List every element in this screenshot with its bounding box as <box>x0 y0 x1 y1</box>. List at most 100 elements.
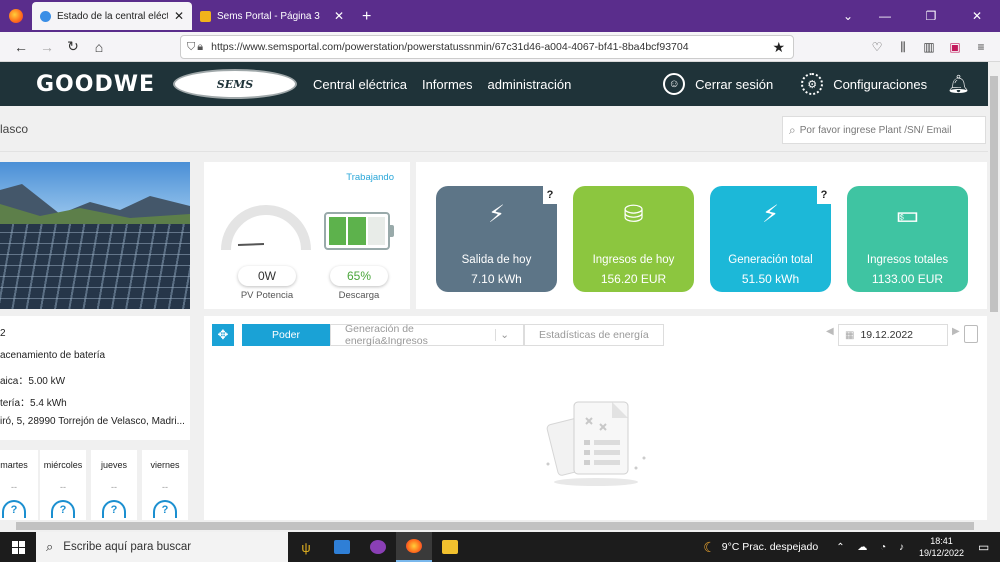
browser-tab-active[interactable]: Estado de la central eléctrica - SEMS Po… <box>32 2 192 30</box>
weather-day-name: martes <box>0 460 28 470</box>
menorah-icon[interactable]: ψ <box>288 532 324 562</box>
lock-icon[interactable]: 🔒︎ <box>197 41 203 54</box>
weather-unknown-icon: ? <box>102 500 126 518</box>
windows-taskbar: ⌕ Escribe aquí para buscar ψ ☾ 9°C Prac.… <box>0 532 1000 562</box>
home-icon[interactable]: ⌂ <box>86 34 112 60</box>
kpi-label: Generación total <box>728 254 813 266</box>
shield-icon[interactable]: ⛉ <box>187 41 195 54</box>
library-icon[interactable]: ⫼ <box>890 35 916 59</box>
bolt-icon: ⚡︎ <box>762 201 779 228</box>
horizontal-scrollbar[interactable] <box>0 520 1000 532</box>
game-app-icon[interactable] <box>360 532 396 562</box>
new-tab-icon[interactable]: + <box>362 8 371 26</box>
next-date-icon[interactable]: ▶ <box>952 326 960 337</box>
move-icon[interactable]: ✥ <box>212 324 234 346</box>
tab-list-chevron-icon[interactable]: ⌄ <box>836 0 860 32</box>
export-icon[interactable] <box>964 325 978 343</box>
plant-info-card: 2 acenamiento de batería aica：5.00 kW te… <box>0 316 190 440</box>
settings-label: Configuraciones <box>833 76 928 92</box>
weather-value: -- <box>111 482 117 492</box>
money-icon: 💵︎ <box>896 201 919 228</box>
back-icon[interactable]: ← <box>8 34 34 60</box>
extension-icon[interactable]: ▣ <box>942 35 968 59</box>
kpi-today-income[interactable]: ⛁ Ingresos de hoy 156.20 EUR <box>573 186 694 292</box>
weather-unknown-icon: ? <box>2 500 26 518</box>
notification-icon[interactable]: ▭ <box>978 540 1000 554</box>
vertical-scrollbar[interactable] <box>988 62 1000 520</box>
url-text[interactable]: https://www.semsportal.com/powerstation/… <box>211 41 772 53</box>
chevron-down-icon[interactable]: ⌄ <box>495 329 509 341</box>
mountain-illustration <box>0 184 190 224</box>
logout-label: Cerrar sesión <box>695 76 774 92</box>
tab-generation-income[interactable]: Generación de energía&Ingresos ⌄ <box>330 323 524 347</box>
kpi-total-income[interactable]: 💵︎ Ingresos totales 1133.00 EUR <box>847 186 968 292</box>
battery-icon <box>324 212 394 250</box>
tray-icons[interactable]: ⌃ ☁ ◔ ♪ <box>836 542 909 553</box>
sidebar-icon[interactable]: ▥ <box>916 35 942 59</box>
settings-button[interactable]: ⚙ Configuraciones <box>801 73 927 95</box>
close-window-icon[interactable]: ✕ <box>954 0 1000 32</box>
help-icon[interactable]: ? <box>543 186 557 204</box>
tab-title: Sems Portal - Página 3 <box>217 10 320 22</box>
kpi-today-output[interactable]: ? ⚡︎ Salida de hoy 7.10 kWh <box>436 186 557 292</box>
close-tab-icon[interactable]: ✕ <box>174 9 184 23</box>
nav-reports[interactable]: Informes <box>422 77 473 92</box>
kpi-total-generation[interactable]: ? ⚡︎ Generación total 51.50 kWh <box>710 186 831 292</box>
firefox-taskbar-icon[interactable] <box>396 532 432 562</box>
prev-date-icon[interactable]: ◀ <box>826 326 834 337</box>
plant-name: lasco <box>0 122 29 136</box>
info-value: 5.00 kW <box>28 376 66 387</box>
info-line: 2 <box>0 328 6 339</box>
restore-icon[interactable]: ❐ <box>908 0 954 32</box>
weather-day: miércoles -- ? <box>40 450 86 520</box>
browser-tab-strip: Estado de la central eléctrica - SEMS Po… <box>0 0 1000 32</box>
date-picker[interactable]: ▦ 19.12.2022 <box>838 324 948 346</box>
weather-day: jueves -- ? <box>91 450 137 520</box>
kpi-label: Salida de hoy <box>461 254 532 266</box>
file-explorer-icon[interactable] <box>432 532 468 562</box>
minimize-icon[interactable]: — <box>862 0 908 32</box>
weather-value: -- <box>60 482 66 492</box>
plant-search: ⌕ <box>782 116 986 144</box>
windows-start-icon[interactable] <box>0 532 36 562</box>
tab-power[interactable]: Poder <box>242 324 330 346</box>
tab-title: Estado de la central eléctrica - SEMS Po… <box>57 10 168 22</box>
logout-button[interactable]: ☺ Cerrar sesión <box>663 73 773 95</box>
browser-tab[interactable]: Sems Portal - Página 3 ✕ <box>192 2 352 30</box>
menu-icon[interactable]: ≡ <box>968 35 994 59</box>
scroll-thumb[interactable] <box>16 522 974 530</box>
pv-power-gauge <box>221 205 311 251</box>
status-working: Trabajando <box>346 172 394 183</box>
nav-administration[interactable]: administración <box>488 77 572 92</box>
firefox-icon[interactable] <box>0 0 32 32</box>
url-bar[interactable]: ⛉ 🔒︎ https://www.semsportal.com/powersta… <box>180 35 794 59</box>
taskbar-clock[interactable]: 18:41 19/12/2022 <box>919 535 964 559</box>
pocket-icon[interactable]: ♡ <box>864 35 890 59</box>
goodwe-logo[interactable]: GOODWE <box>36 72 155 97</box>
user-icon: ☺ <box>663 73 686 95</box>
taskbar-weather[interactable]: 9°C Prac. despejado <box>722 541 818 553</box>
kpi-label: Ingresos de hoy <box>592 254 675 266</box>
mail-app-icon[interactable] <box>324 532 360 562</box>
scroll-thumb[interactable] <box>990 76 998 312</box>
pv-power-label: PV Potencia <box>240 290 294 301</box>
kpi-value: 51.50 kWh <box>741 272 800 286</box>
taskbar-search[interactable]: ⌕ Escribe aquí para buscar <box>36 532 288 562</box>
browser-navbar: ← → ↻ ⌂ ⛉ 🔒︎ https://www.semsportal.com/… <box>0 32 1000 62</box>
info-capacity: aica：5.00 kW <box>0 372 65 387</box>
weather-value: -- <box>11 482 17 492</box>
sems-logo[interactable]: SEMS <box>173 69 298 99</box>
reload-icon[interactable]: ↻ <box>60 34 86 60</box>
info-battery: tería：5.4 kWh <box>0 394 67 409</box>
search-input[interactable] <box>799 124 970 136</box>
forward-icon[interactable]: → <box>34 34 60 60</box>
bookmark-star-icon[interactable]: ★ <box>772 39 785 56</box>
tab-energy-statistics[interactable]: Estadísticas de energía <box>524 324 664 346</box>
bell-icon[interactable]: 🔔︎ <box>947 74 970 95</box>
help-icon[interactable]: ? <box>817 186 831 204</box>
close-tab-icon[interactable]: ✕ <box>334 9 344 23</box>
nav-power-plant[interactable]: Central eléctrica <box>313 77 407 92</box>
taskbar-search-placeholder: Escribe aquí para buscar <box>63 541 192 553</box>
clock-date: 19/12/2022 <box>918 548 964 558</box>
calendar-icon: ▦ <box>845 329 855 341</box>
